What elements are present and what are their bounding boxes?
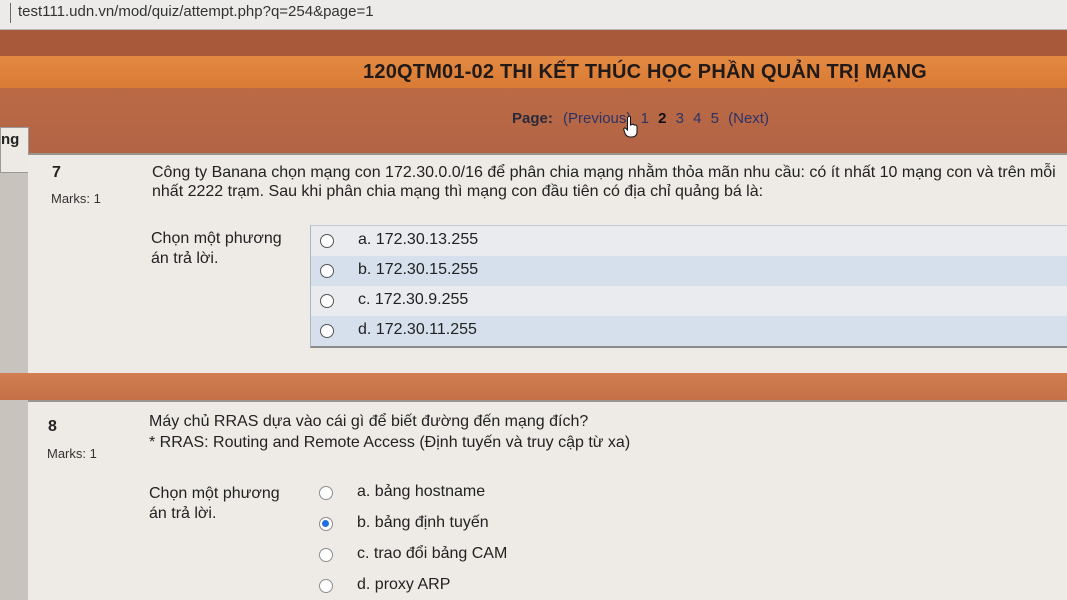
- radio-button-icon[interactable]: [319, 548, 333, 562]
- side-tab[interactable]: ng: [0, 127, 29, 173]
- answer-option-a[interactable]: a. bảng hostname: [310, 478, 1067, 509]
- question-block-8: 8 Marks: 1 Máy chủ RRAS dựa vào cái gì đ…: [28, 400, 1067, 600]
- answer-option-a[interactable]: a. 172.30.13.255: [311, 226, 1067, 256]
- page-title: 120QTM01-02 THI KẾT THÚC HỌC PHẦN QUẢN T…: [363, 61, 927, 83]
- radio-button-icon[interactable]: [320, 324, 334, 338]
- question-marks: Marks: 1: [51, 191, 101, 206]
- answer-option-label[interactable]: d. proxy ARP: [357, 576, 450, 594]
- answer-options: a. 172.30.13.255 b. 172.30.15.255 c. 172…: [310, 225, 1067, 348]
- pagination-label: Page:: [512, 110, 553, 127]
- radio-button-selected-icon[interactable]: [319, 517, 333, 531]
- answer-option-label[interactable]: a. 172.30.13.255: [358, 231, 478, 249]
- pagination-previous-link[interactable]: (Previous): [563, 110, 631, 127]
- question-info: 8 Marks: 1: [28, 402, 148, 600]
- answer-options: a. bảng hostname b. bảng định tuyến c. t…: [310, 478, 1067, 600]
- pagination-page-5[interactable]: 5: [711, 110, 719, 127]
- header-top-band: [0, 30, 1067, 56]
- question-text-line-1: Công ty Banana chọn mạng con 172.30.0.0/…: [152, 164, 1056, 181]
- answer-option-b[interactable]: b. bảng định tuyến: [310, 509, 1067, 540]
- pagination-page-1[interactable]: 1: [641, 110, 649, 127]
- radio-button-icon[interactable]: [319, 486, 333, 500]
- answer-option-label[interactable]: b. 172.30.15.255: [358, 261, 478, 279]
- answer-option-label[interactable]: c. trao đổi bảng CAM: [357, 545, 507, 563]
- browser-address-bar[interactable]: test111.udn.vn/mod/quiz/attempt.php?q=25…: [0, 0, 1067, 30]
- answer-option-label[interactable]: d. 172.30.11.255: [358, 321, 477, 339]
- pagination-page-2-current: 2: [658, 110, 667, 127]
- radio-button-icon[interactable]: [320, 264, 334, 278]
- address-bar-divider: [10, 3, 11, 23]
- question-separator-band: [0, 373, 1067, 400]
- answer-option-b[interactable]: b. 172.30.15.255: [311, 256, 1067, 286]
- question-number: 8: [48, 418, 57, 435]
- answer-prompt: Chọn một phương án trả lời.: [149, 485, 280, 522]
- answer-prompt: Chọn một phương án trả lời.: [151, 230, 282, 267]
- pagination-next-link[interactable]: (Next): [728, 110, 769, 127]
- answer-option-c[interactable]: c. 172.30.9.255: [311, 286, 1067, 316]
- question-info: 7 Marks: 1: [28, 155, 148, 373]
- answer-option-label[interactable]: b. bảng định tuyến: [357, 514, 489, 532]
- question-text-line-2: * RRAS: Routing and Remote Access (Định …: [149, 434, 631, 451]
- pagination: Page: (Previous) 1 2 3 4 5 (Next): [512, 110, 774, 127]
- answer-option-d[interactable]: d. 172.30.11.255: [311, 316, 1067, 346]
- hand-pointer-icon: [623, 116, 638, 138]
- question-block-7: 7 Marks: 1 Công ty Banana chọn mạng con …: [28, 153, 1067, 373]
- answer-option-c[interactable]: c. trao đổi bảng CAM: [310, 540, 1067, 571]
- pagination-page-4[interactable]: 4: [693, 110, 701, 127]
- pagination-page-3[interactable]: 3: [676, 110, 684, 127]
- address-url[interactable]: test111.udn.vn/mod/quiz/attempt.php?q=25…: [18, 3, 374, 20]
- question-marks: Marks: 1: [47, 446, 97, 461]
- answer-option-label[interactable]: a. bảng hostname: [357, 483, 485, 501]
- radio-button-icon[interactable]: [320, 234, 334, 248]
- radio-button-icon[interactable]: [319, 579, 333, 593]
- question-number: 7: [52, 164, 61, 181]
- question-text-line-2: nhất 2222 trạm. Sau khi phân chia mạng t…: [152, 183, 764, 200]
- answer-option-d[interactable]: d. proxy ARP: [310, 571, 1067, 600]
- radio-button-icon[interactable]: [320, 294, 334, 308]
- question-text-line-1: Máy chủ RRAS dựa vào cái gì để biết đườn…: [149, 413, 589, 430]
- answer-option-label[interactable]: c. 172.30.9.255: [358, 291, 468, 309]
